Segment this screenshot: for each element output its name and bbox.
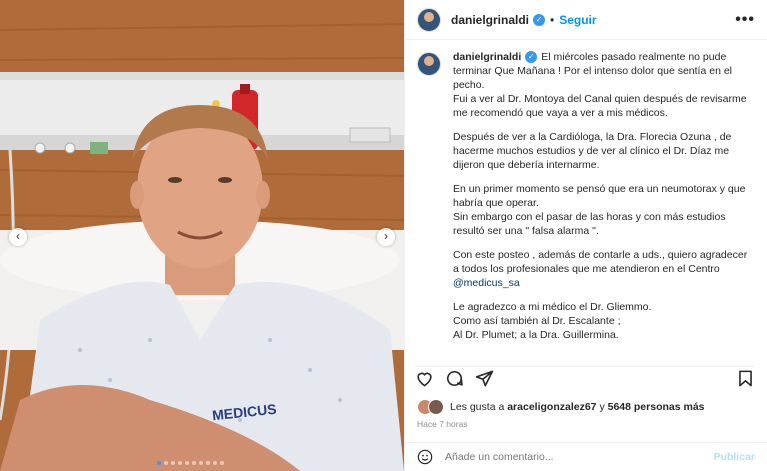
liker-avatar [428, 399, 444, 415]
caption-paragraph-3: En un primer momento se pensó que era un… [453, 183, 746, 237]
likes-count-link[interactable]: 5648 personas más [608, 401, 705, 413]
verified-badge-icon: ✓ [525, 51, 538, 64]
carousel-dot [170, 461, 175, 465]
carousel-next-button[interactable]: › [377, 228, 395, 246]
carousel-dot [156, 461, 161, 465]
post-panel: danielgrinaldi ✓ • Seguir ••• danielgrin… [404, 0, 767, 471]
post-photo[interactable]: MEDICUS ‹ › [0, 0, 404, 471]
heart-icon[interactable] [415, 369, 434, 388]
username-link[interactable]: danielgrinaldi [451, 13, 529, 27]
separator-dot: • [550, 12, 555, 27]
carousel-dot [212, 461, 217, 465]
caption-paragraph-4: Con este posteo , además de contarle a u… [453, 249, 748, 275]
comment-icon[interactable] [445, 369, 464, 388]
caption-username[interactable]: danielgrinaldi [453, 51, 521, 63]
likes-row: Les gusta a araceligonzalez67 y 5648 per… [417, 399, 705, 415]
post-header: danielgrinaldi ✓ • Seguir ••• [405, 0, 767, 40]
caption-paragraph-2: Después de ver a la Cardióloga, la Dra. … [453, 131, 732, 171]
action-bar [415, 366, 755, 389]
verified-badge-icon: ✓ [533, 13, 546, 26]
share-icon[interactable] [475, 369, 494, 388]
carousel-dot [205, 461, 210, 465]
comment-input[interactable] [443, 450, 714, 464]
carousel-dot [219, 461, 224, 465]
carousel-dot [191, 461, 196, 465]
likes-middle: y [599, 401, 605, 413]
post-timestamp[interactable]: Hace 7 horas [417, 419, 468, 429]
caption-paragraph-5: Le agradezco a mi médico el Dr. Gliemmo.… [453, 301, 652, 341]
more-options-icon[interactable]: ••• [735, 11, 755, 29]
add-comment-bar: Publicar [405, 442, 767, 471]
carousel-dots [155, 461, 225, 465]
follow-button[interactable]: Seguir [559, 13, 596, 27]
carousel-dot [198, 461, 203, 465]
carousel-dot [184, 461, 189, 465]
bookmark-icon[interactable] [736, 369, 755, 388]
carousel-dot [163, 461, 168, 465]
emoji-icon[interactable] [417, 449, 433, 465]
hospital-photo [0, 0, 404, 471]
likes-prefix: Les gusta a [450, 401, 505, 413]
caption: danielgrinaldi ✓ El miércoles pasado realm… [417, 50, 755, 360]
carousel-prev-button[interactable]: ‹ [9, 228, 27, 246]
caption-avatar[interactable] [417, 52, 441, 76]
liker-username-link[interactable]: araceligonzalez67 [507, 401, 596, 413]
publish-button[interactable]: Publicar [714, 451, 755, 463]
caption-text: danielgrinaldi ✓ El miércoles pasado realm… [453, 50, 755, 360]
carousel-dot [177, 461, 182, 465]
avatar[interactable] [417, 7, 441, 32]
mention-link[interactable]: @medicus_sa [453, 277, 520, 289]
